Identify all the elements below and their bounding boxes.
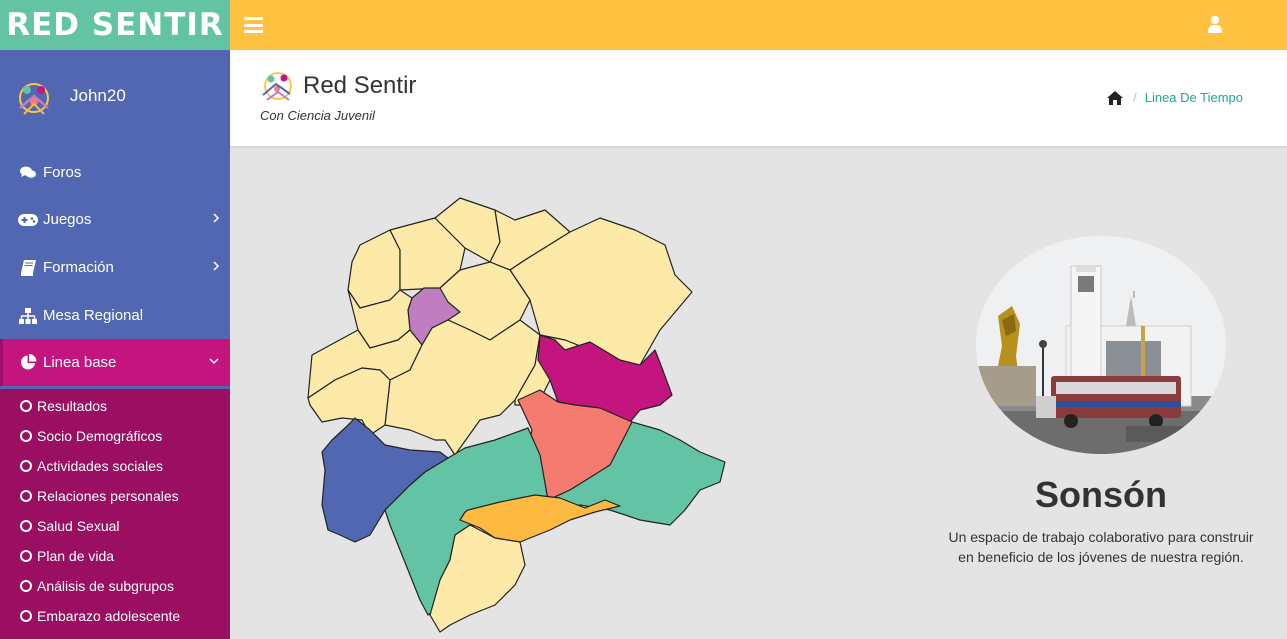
submenu-item-resultados[interactable]: Resultados xyxy=(20,395,107,417)
submenu-linea-base: Resultados Socio Demográficos Actividade… xyxy=(0,389,230,639)
comments-icon xyxy=(18,165,38,181)
breadcrumb: / Linea De Tiempo xyxy=(1107,90,1243,105)
sidebar-toggle-icon[interactable] xyxy=(244,17,263,33)
sidebar-item-foros[interactable]: Foros xyxy=(0,149,230,196)
pie-chart-icon xyxy=(18,354,38,371)
submenu-item-label: Relaciones personales xyxy=(37,488,179,504)
submenu-item-socio-demograficos[interactable]: Socio Demográficos xyxy=(20,425,162,447)
submenu-item-label: Socio Demográficos xyxy=(37,428,163,444)
town-description-line: Un espacio de trabajo colaborativo para … xyxy=(948,529,1254,545)
brand-logo[interactable]: RED SENTIR xyxy=(0,0,230,50)
user-panel: John20 xyxy=(0,50,230,146)
sidebar-item-formacion[interactable]: Formación xyxy=(0,244,230,291)
sitemap-icon xyxy=(18,307,38,324)
sidebar: John20 Foros Juegos Formación Mesa Regio… xyxy=(0,50,230,639)
user-icon[interactable] xyxy=(1207,15,1223,33)
user-name: John20 xyxy=(70,86,126,105)
town-description-line: en beneficio de los jóvenes de nuestra r… xyxy=(958,549,1244,565)
submenu-item-embarazo-adolescente[interactable]: Embarazo adolescente xyxy=(20,605,180,627)
breadcrumb-separator: / xyxy=(1133,90,1137,105)
red-sentir-logo-icon xyxy=(262,72,292,101)
submenu-item-analisis-subgrupos[interactable]: Análisis de subgrupos xyxy=(20,575,174,597)
circle-icon xyxy=(20,550,32,562)
region-map xyxy=(307,197,726,633)
circle-icon xyxy=(20,580,32,592)
submenu-item-label: Plan de vida xyxy=(37,548,115,564)
breadcrumb-linea-de-tiempo[interactable]: Linea De Tiempo xyxy=(1145,90,1243,105)
church-photo-image xyxy=(976,236,1226,454)
submenu-item-actividades-sociales[interactable]: Actividades sociales xyxy=(20,455,163,477)
submenu-item-salud-sexual[interactable]: Salud Sexual xyxy=(20,515,120,537)
gamepad-icon xyxy=(18,212,38,228)
submenu-item-label: Actividades sociales xyxy=(37,458,164,474)
submenu-item-plan-de-vida[interactable]: Plan de vida xyxy=(20,545,114,567)
avatar xyxy=(19,83,49,115)
circle-icon xyxy=(20,520,32,532)
map-region-north-west[interactable] xyxy=(347,229,401,309)
sidebar-item-juegos[interactable]: Juegos xyxy=(0,196,230,243)
chevron-right-icon xyxy=(213,261,220,271)
page-title: Red Sentir xyxy=(303,72,417,99)
content-header: Red Sentir Con Ciencia Juvenil / Linea D… xyxy=(230,50,1287,146)
circle-icon xyxy=(20,610,32,622)
home-icon[interactable] xyxy=(1107,90,1124,105)
sidebar-item-label: Linea base xyxy=(43,354,117,371)
sidebar-item-mesa-regional[interactable]: Mesa Regional xyxy=(0,292,230,339)
submenu-item-label: Resultados xyxy=(37,398,108,414)
sidebar-item-linea-base[interactable]: Linea base xyxy=(0,339,230,386)
book-icon xyxy=(18,259,38,276)
sidebar-item-label: Mesa Regional xyxy=(43,307,144,324)
submenu-item-relaciones-personales[interactable]: Relaciones personales xyxy=(20,485,179,507)
chevron-down-icon xyxy=(209,358,219,365)
town-photo xyxy=(976,236,1226,454)
circle-icon xyxy=(20,430,32,442)
chevron-right-icon xyxy=(213,213,220,223)
town-description: Un espacio de trabajo colaborativo para … xyxy=(920,527,1282,567)
sidebar-item-label: Juegos xyxy=(43,211,92,228)
top-navbar xyxy=(230,0,1287,50)
sidebar-item-label: Formación xyxy=(43,259,114,276)
submenu-item-label: Embarazo adolescente xyxy=(37,608,181,624)
submenu-item-label: Análisis de subgrupos xyxy=(37,578,174,594)
sidebar-item-label: Foros xyxy=(43,164,82,181)
page-subtitle: Con Ciencia Juvenil xyxy=(260,108,375,123)
circle-icon xyxy=(20,490,32,502)
town-title: Sonsón xyxy=(1035,474,1167,515)
submenu-item-label: Salud Sexual xyxy=(37,518,120,534)
circle-icon xyxy=(20,460,32,472)
circle-icon xyxy=(20,400,32,412)
